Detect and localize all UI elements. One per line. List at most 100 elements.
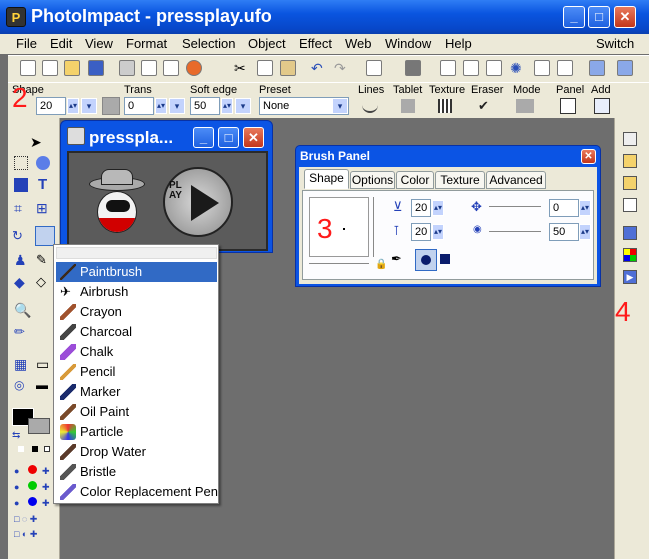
menu-object[interactable]: Object — [248, 36, 286, 51]
brush-density-field[interactable]: 50 — [549, 223, 579, 241]
panel-icon[interactable] — [560, 98, 576, 114]
layout-icon[interactable] — [589, 60, 605, 76]
new-file-icon[interactable] — [20, 60, 36, 76]
sun-icon[interactable]: ✺ — [510, 60, 526, 76]
trans-field[interactable]: 0 — [124, 97, 154, 115]
browser-icon[interactable] — [186, 60, 202, 76]
menu-item-paintbrush[interactable]: Paintbrush — [56, 262, 217, 282]
cut-icon[interactable]: ✂ — [234, 60, 250, 76]
grid-tool-icon[interactable]: ▦ — [14, 356, 32, 374]
pictures-icon[interactable] — [463, 60, 479, 76]
tab-advanced[interactable]: Advanced — [486, 171, 546, 189]
layer-manager-icon[interactable] — [623, 132, 637, 146]
image-info-icon[interactable] — [440, 60, 456, 76]
menu-item-color-replacement-pen[interactable]: Color Replacement Pen — [56, 482, 218, 502]
eraser-tool-icon[interactable]: ◇ — [36, 274, 54, 292]
print-preview-icon[interactable] — [141, 60, 157, 76]
shape-size-field[interactable]: 20 — [36, 97, 66, 115]
open-folder-icon[interactable] — [64, 60, 80, 76]
curve-icon[interactable] — [534, 60, 550, 76]
mask-mode-icons[interactable]: □ ◌ ✚ — [14, 514, 54, 527]
paste-icon[interactable] — [280, 60, 296, 76]
stack-icon[interactable] — [366, 60, 382, 76]
menu-item-oil-paint[interactable]: Oil Paint — [56, 402, 217, 422]
lines-icon[interactable] — [362, 99, 378, 113]
soft-edge-field[interactable]: 50 — [190, 97, 220, 115]
undo-icon[interactable]: ↶ — [311, 60, 327, 76]
preset-dropdown-button[interactable]: ▾ — [332, 98, 348, 114]
menu-item-charcoal[interactable]: Charcoal — [56, 322, 217, 342]
selection-tool-icon[interactable] — [14, 156, 28, 170]
crop-icon[interactable] — [486, 60, 502, 76]
menu-item-particle[interactable]: Particle — [56, 422, 217, 442]
minimize-button[interactable]: _ — [563, 6, 585, 28]
brush-aspect-spin[interactable]: ▴▾ — [432, 224, 444, 240]
camera-icon[interactable] — [405, 60, 421, 76]
rotate-tool-icon[interactable]: ↻ — [12, 228, 30, 246]
black-swatch[interactable] — [32, 446, 38, 452]
new-web-icon[interactable] — [42, 60, 58, 76]
color-swatch[interactable] — [102, 97, 120, 115]
red-channel-dot[interactable] — [28, 465, 37, 474]
quick-mask-icons[interactable]: □ ◐ ✚ — [14, 529, 54, 542]
close-button[interactable]: ✕ — [614, 6, 636, 28]
menu-tear-off-bar[interactable] — [56, 247, 217, 259]
swap-colors-icon[interactable]: ⇆ — [12, 430, 20, 441]
frame-tool-icon[interactable]: ▭ — [36, 356, 54, 374]
pick-tool-icon[interactable]: ➤ — [30, 134, 48, 152]
save-icon[interactable] — [88, 60, 104, 76]
tab-options[interactable]: Options — [350, 171, 395, 189]
brush-panel-window[interactable]: Brush Panel ✕ Shape Options Color Textur… — [295, 145, 601, 287]
brush-angle-field[interactable]: 0 — [549, 199, 579, 217]
play-button-graphic[interactable]: PLAY — [163, 167, 233, 237]
shape-spin-button[interactable]: ▴▾ — [67, 98, 79, 114]
round-tip-button[interactable] — [415, 249, 437, 271]
tablet-icon[interactable] — [401, 99, 415, 113]
brush-panel-close-button[interactable]: ✕ — [581, 149, 596, 164]
play-panel-icon[interactable]: ▶ — [623, 270, 637, 284]
copy-icon[interactable] — [257, 60, 273, 76]
menu-view[interactable]: View — [85, 36, 113, 51]
trans-spin-button[interactable]: ▴▾ — [155, 98, 167, 114]
paintbrush-tool-icon[interactable] — [35, 226, 55, 246]
tab-texture[interactable]: Texture — [435, 171, 485, 189]
soft-edge-spin-button[interactable]: ▴▾ — [221, 98, 233, 114]
menu-item-marker[interactable]: Marker — [56, 382, 217, 402]
shape-tool-icon[interactable] — [14, 178, 28, 192]
brush-size-spin[interactable]: ▴▾ — [432, 200, 444, 216]
density-slider[interactable] — [489, 231, 541, 234]
channel-eye-icons[interactable]: ● ● ● — [14, 463, 23, 508]
magic-wand-icon[interactable] — [36, 156, 50, 170]
brush-reset-icon[interactable]: ✒ — [391, 251, 411, 271]
tab-shape[interactable]: Shape — [304, 169, 349, 189]
square-tip-button[interactable] — [440, 254, 450, 264]
ruler-tool-icon[interactable]: ▬ — [36, 378, 54, 396]
easy-palette-icon[interactable] — [623, 154, 637, 168]
document-minimize-button[interactable]: _ — [193, 127, 214, 148]
redo-icon[interactable]: ↷ — [334, 60, 350, 76]
text-tool-icon[interactable]: T — [38, 176, 56, 194]
menu-effect[interactable]: Effect — [299, 36, 332, 51]
transform-tool-icon[interactable]: ⊞ — [36, 200, 54, 218]
tab-color[interactable]: Color — [396, 171, 434, 189]
menu-switch[interactable]: Switch — [596, 36, 634, 51]
soft-edge-dropdown-button[interactable]: ▾ — [235, 98, 251, 114]
green-channel-dot[interactable] — [28, 481, 37, 490]
photoimpact-app-icon[interactable]: P — [6, 7, 26, 27]
path-tool-icon[interactable]: ◎ — [14, 378, 32, 396]
mode-icon[interactable] — [516, 99, 534, 113]
eraser-check-icon[interactable]: ✔ — [478, 99, 494, 113]
channel-lock-icons[interactable]: ✚ ✚ ✚ — [42, 463, 51, 508]
pen-tool-icon[interactable]: ✏ — [14, 324, 32, 342]
gallery-icon[interactable] — [623, 176, 637, 190]
white-swatch[interactable] — [18, 446, 24, 452]
lock-icon[interactable]: 🔒 — [375, 259, 387, 270]
brush-size-field[interactable]: 20 — [411, 199, 431, 217]
angle-slider[interactable] — [489, 206, 541, 209]
notes-icon[interactable] — [557, 60, 573, 76]
menu-selection[interactable]: Selection — [182, 36, 235, 51]
shape-dropdown-button[interactable]: ▾ — [81, 98, 97, 114]
menu-file[interactable]: File — [16, 36, 37, 51]
preview-horizontal-slider[interactable] — [309, 263, 369, 267]
menu-item-crayon[interactable]: Crayon — [56, 302, 217, 322]
